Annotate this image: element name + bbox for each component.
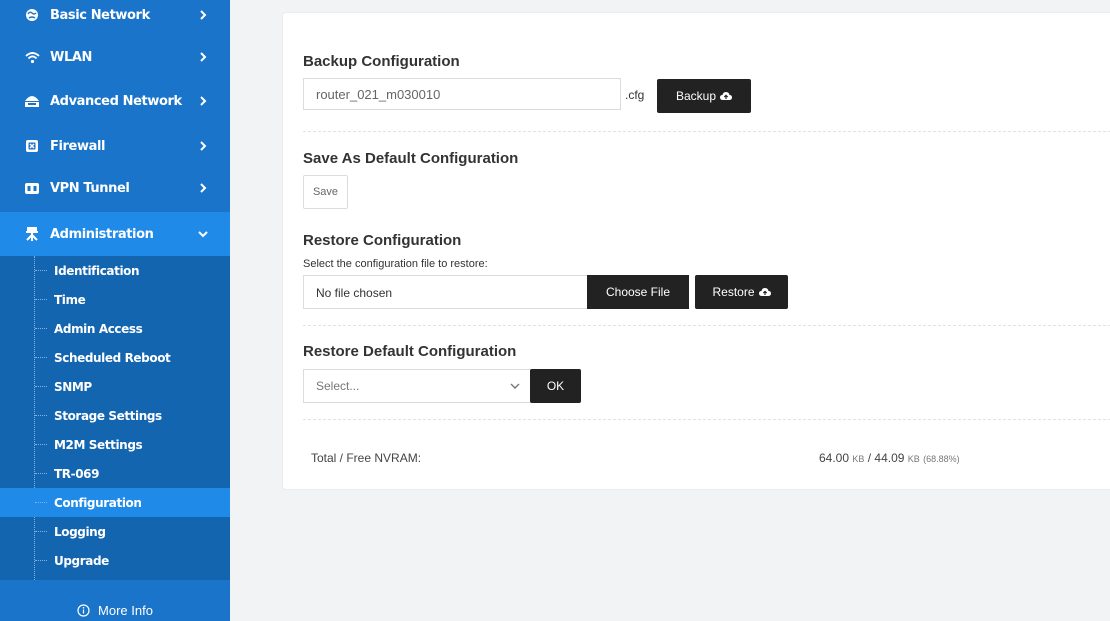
sidebar-subitem-label: Admin Access (54, 321, 143, 336)
backup-button[interactable]: Backup (657, 79, 751, 113)
sidebar-item-label: Firewall (50, 138, 106, 154)
sidebar-subitem-label: Identification (54, 263, 140, 278)
save-default-button[interactable]: Save (303, 175, 348, 209)
submenu-tick (35, 473, 47, 474)
restore-default-select[interactable]: Select... (303, 369, 531, 403)
nvram-separator: / (867, 451, 872, 465)
choose-file-label: Choose File (605, 285, 671, 299)
backup-section-title: Backup Configuration (303, 53, 460, 70)
restore-default-ok-button[interactable]: OK (530, 369, 581, 403)
submenu-tick (35, 444, 47, 445)
restore-button-label: Restore (712, 285, 755, 299)
chevron-right-icon (200, 183, 207, 193)
section-divider (303, 131, 1110, 132)
sidebar-subitem-scheduled-reboot[interactable]: Scheduled Reboot (0, 343, 230, 372)
backup-filename-input[interactable] (303, 78, 621, 110)
sidebar-subitem-label: Logging (54, 524, 106, 539)
network-icon (24, 93, 40, 109)
sidebar-subitem-identification[interactable]: Identification (0, 256, 230, 285)
sidebar-subitem-label: M2M Settings (54, 437, 143, 452)
sidebar-subitem-tr-069[interactable]: TR-069 (0, 459, 230, 488)
sidebar-subitem-time[interactable]: Time (0, 285, 230, 314)
admin-icon (24, 226, 40, 242)
restore-default-section-title: Restore Default Configuration (303, 343, 517, 360)
submenu-tick (35, 299, 47, 300)
administration-submenu: Identification Time Admin Access Schedul… (0, 256, 230, 580)
sidebar-subitem-admin-access[interactable]: Admin Access (0, 314, 230, 343)
globe-icon (24, 7, 40, 23)
submenu-tick (35, 328, 47, 329)
sidebar-item-label: VPN Tunnel (50, 180, 130, 196)
sidebar: Basic Network WLAN Advanced Network Fire… (0, 0, 230, 621)
sidebar-subitem-label: Storage Settings (54, 408, 162, 423)
sidebar-subitem-label: Upgrade (54, 553, 109, 568)
sidebar-subitem-label: Time (54, 292, 86, 307)
more-info-link[interactable]: More Info (0, 598, 230, 621)
sidebar-subitem-logging[interactable]: Logging (0, 517, 230, 546)
sidebar-item-wlan[interactable]: WLAN (0, 35, 230, 79)
section-divider (303, 419, 1110, 420)
nvram-free: 44.09 (874, 451, 905, 465)
submenu-tick (35, 560, 47, 561)
sidebar-subitem-m2m-settings[interactable]: M2M Settings (0, 430, 230, 459)
sidebar-item-advanced-network[interactable]: Advanced Network (0, 79, 230, 123)
nvram-unit: KB (907, 454, 920, 464)
select-value: Select... (316, 379, 360, 393)
sidebar-subitem-label: Configuration (54, 495, 142, 510)
firewall-icon (24, 138, 40, 154)
restore-instruction: Select the configuration file to restore… (303, 258, 488, 270)
sidebar-subitem-upgrade[interactable]: Upgrade (0, 546, 230, 575)
sidebar-item-vpn-tunnel[interactable]: VPN Tunnel (0, 166, 230, 210)
submenu-tick (35, 531, 47, 532)
chevron-right-icon (200, 141, 207, 151)
cloud-upload-icon (758, 288, 771, 296)
sidebar-subitem-label: Scheduled Reboot (54, 350, 171, 365)
submenu-tick (35, 357, 47, 358)
chevron-right-icon (200, 96, 207, 106)
chevron-right-icon (200, 52, 207, 62)
backup-button-label: Backup (675, 89, 717, 103)
save-default-section-title: Save As Default Configuration (303, 150, 519, 167)
vpn-icon (24, 180, 40, 196)
nvram-percent: (68.88%) (923, 454, 960, 464)
sidebar-subitem-label: SNMP (54, 379, 92, 394)
sidebar-item-label: Advanced Network (50, 93, 182, 109)
sidebar-subitem-label: TR-069 (54, 466, 100, 481)
nvram-value: 64.00 KB / 44.09 KB (68.88%) (819, 451, 960, 465)
sidebar-subitem-configuration[interactable]: Configuration (0, 488, 230, 517)
restore-button[interactable]: Restore (695, 275, 788, 309)
sidebar-item-label: Basic Network (50, 7, 150, 23)
chevron-right-icon (200, 10, 207, 20)
chevron-down-icon (198, 231, 208, 238)
ok-button-label: OK (546, 379, 565, 393)
save-default-button-label: Save (312, 186, 339, 198)
section-divider (303, 325, 1110, 326)
info-icon (77, 603, 90, 617)
more-info-label: More Info (98, 602, 153, 618)
backup-extension-label: .cfg (625, 88, 645, 102)
submenu-tick (35, 270, 47, 271)
cloud-upload-icon (720, 92, 733, 100)
restore-section-title: Restore Configuration (303, 232, 462, 249)
sidebar-item-firewall[interactable]: Firewall (0, 124, 230, 168)
file-status-text: No file chosen (316, 286, 393, 300)
submenu-tick (35, 415, 47, 416)
chevron-down-icon (510, 383, 520, 389)
wifi-icon (24, 49, 40, 65)
submenu-tick (35, 386, 47, 387)
sidebar-item-label: Administration (50, 226, 154, 242)
sidebar-item-basic-network[interactable]: Basic Network (0, 0, 230, 37)
sidebar-subitem-storage-settings[interactable]: Storage Settings (0, 401, 230, 430)
nvram-total: 64.00 (819, 451, 850, 465)
configuration-card: Backup Configuration .cfg Backup Save As… (282, 12, 1110, 490)
sidebar-subitem-snmp[interactable]: SNMP (0, 372, 230, 401)
nvram-label: Total / Free NVRAM: (311, 451, 422, 465)
nvram-unit: KB (852, 454, 865, 464)
choose-file-button[interactable]: Choose File (587, 275, 689, 309)
sidebar-item-administration[interactable]: Administration (0, 212, 230, 256)
sidebar-item-label: WLAN (50, 49, 92, 65)
submenu-tick (35, 502, 47, 503)
